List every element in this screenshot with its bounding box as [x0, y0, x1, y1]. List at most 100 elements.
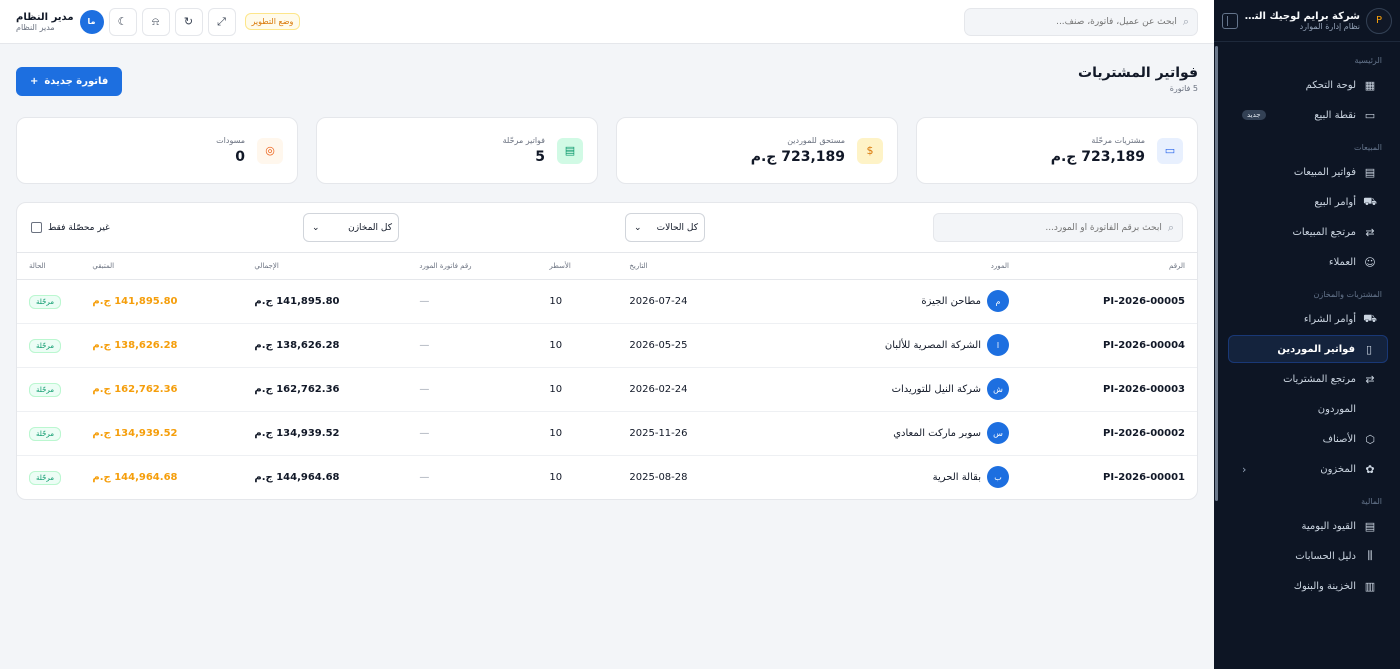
- header-supplier[interactable]: المورد: [853, 253, 1021, 280]
- chevron-left-icon[interactable]: ‹: [1242, 463, 1246, 476]
- table-row[interactable]: PI-2026-00001 ب بقالة الحرية 2025-08-28 1…: [17, 455, 1197, 499]
- global-search-input[interactable]: [973, 16, 1177, 27]
- sidebar-scrollbar[interactable]: [1215, 46, 1218, 501]
- stat-card-posted-purchases: ▭ مشتريات مرحّلة 723,189 ج.م: [916, 117, 1198, 184]
- invoice-number[interactable]: PI-2026-00004: [1021, 323, 1197, 368]
- invoice-number[interactable]: PI-2026-00001: [1021, 455, 1197, 499]
- supplier-avatar: ش: [987, 378, 1009, 400]
- header-supplier-ref[interactable]: رقم فاتورة المورد: [407, 253, 538, 280]
- header-number[interactable]: الرقم: [1021, 253, 1197, 280]
- sidebar-section-finance: المالية: [1361, 497, 1382, 506]
- table-row[interactable]: PI-2026-00002 س سوبر ماركت المعادي 2025-1…: [17, 411, 1197, 456]
- wallet-icon: ▭: [1364, 108, 1376, 122]
- sidebar-item-dashboard[interactable]: ▦ لوحة التحكم: [1228, 71, 1388, 99]
- status-badge: مرحّلة: [29, 294, 62, 309]
- cart-icon: ⛟: [1363, 194, 1377, 208]
- table-row[interactable]: PI-2026-00005 م مطاحن الجيزة 2026-07-24 1…: [17, 279, 1197, 324]
- draft-icon: ◎: [257, 137, 283, 164]
- sidebar-collapse-icon[interactable]: [1222, 12, 1238, 29]
- table-row[interactable]: PI-2026-00004 ا الشركة المصرية للألبان 20…: [17, 323, 1197, 368]
- invoice-count: 5 فاتورة: [1169, 84, 1198, 93]
- supplier-name: مطاحن الجيزة: [921, 295, 981, 307]
- invoice-date: 2026-05-25: [617, 323, 854, 368]
- invoice-lines: 10: [537, 411, 618, 456]
- sidebar-item-supplier-invoices[interactable]: ▯ فواتير الموردين: [1228, 335, 1388, 363]
- new-badge: جديد: [1242, 110, 1266, 120]
- status-badge: مرحّلة: [29, 470, 62, 485]
- invoice-date: 2025-08-28: [629, 471, 688, 483]
- stat-card-posted-invoices: ▤ فواتير مرحّلة 5: [316, 117, 598, 184]
- sidebar-item-chart-of-accounts[interactable]: ⫼ دليل الحسابات: [1228, 542, 1388, 570]
- header-due[interactable]: المتبقي: [80, 253, 243, 280]
- fullscreen-button[interactable]: ⤢: [207, 7, 236, 36]
- invoice-lines: 10: [537, 279, 618, 324]
- invoice-total: 138,626.28 ج.م: [242, 323, 408, 368]
- new-invoice-label: فاتورة جديدة: [44, 76, 109, 87]
- unpaid-only-checkbox[interactable]: غير محصّلة فقط: [31, 222, 110, 233]
- swap-icon: ⇄: [1365, 225, 1375, 239]
- supplier-avatar: ا: [987, 334, 1009, 356]
- supplier-icon: [1364, 403, 1376, 415]
- supplier-ref: —: [407, 323, 538, 368]
- invoice-search-input[interactable]: [942, 222, 1162, 233]
- bell-icon: ⍾: [151, 14, 160, 28]
- invoice-search[interactable]: ⌕: [933, 213, 1183, 242]
- sidebar-header: P شركة برايم لوجيك التجر... نظام إدارة ا…: [1214, 0, 1400, 42]
- invoice-number[interactable]: PI-2026-00002: [1021, 411, 1197, 456]
- sidebar-section-home: الرئيسية: [1354, 56, 1382, 65]
- sidebar-item-customers[interactable]: ☺ العملاء: [1228, 248, 1388, 276]
- company-subtitle: نظام إدارة الموارد: [1299, 21, 1360, 31]
- refresh-icon: ↻: [183, 15, 194, 28]
- sidebar-item-pos[interactable]: ▭ نقطة البيع جديد: [1228, 101, 1388, 129]
- status-badge: مرحّلة: [29, 382, 62, 397]
- invoice-total: 144,964.68 ج.م: [254, 471, 340, 483]
- company-name: شركة برايم لوجيك التجر...: [1244, 10, 1360, 22]
- header-total[interactable]: الإجمالي: [242, 253, 408, 280]
- checkbox-box[interactable]: [31, 222, 42, 233]
- warehouse-select[interactable]: كل المخازن ⌄: [303, 213, 399, 242]
- stats-cards: ▭ مشتريات مرحّلة 723,189 ج.م $ مستحق للم…: [16, 117, 1198, 184]
- wallet-icon: ▭: [1157, 137, 1183, 164]
- sidebar-item-purchase-returns[interactable]: ⇄ مرتجع المشتريات: [1228, 365, 1388, 393]
- users-icon: ☺: [1364, 255, 1376, 269]
- notifications-button[interactable]: ⍾: [141, 7, 170, 36]
- theme-toggle-button[interactable]: ☾: [108, 7, 137, 36]
- table-header-row: الرقم المورد التاريخ الأسطر رقم فاتورة ا…: [17, 253, 1197, 280]
- search-icon: ⌕: [1167, 220, 1174, 234]
- user-menu[interactable]: ما مدير النظام مدير النظام: [16, 9, 104, 34]
- sidebar-item-journal[interactable]: ▤ القيود اليومية: [1228, 512, 1388, 540]
- sidebar-item-inventory[interactable]: ✿ المخزون ‹: [1228, 455, 1388, 483]
- file-icon: ▤: [557, 137, 583, 164]
- refresh-button[interactable]: ↻: [174, 7, 203, 36]
- filters-bar: ⌕ كل الحالات ⌄ كل المخازن ⌄ غير محصّلة ف…: [17, 203, 1197, 253]
- sidebar-item-sales-orders[interactable]: ⛟ أوامر البيع: [1228, 188, 1388, 216]
- sidebar-item-purchase-orders[interactable]: ⛟ أوامر الشراء: [1228, 305, 1388, 333]
- sidebar-item-sales-returns[interactable]: ⇄ مرتجع المبيعات: [1228, 218, 1388, 246]
- sidebar-item-suppliers[interactable]: الموردون: [1228, 395, 1388, 423]
- bank-icon: ▥: [1364, 579, 1376, 593]
- new-invoice-button[interactable]: فاتورة جديدة +: [16, 67, 123, 96]
- header-date[interactable]: التاريخ: [617, 253, 854, 280]
- journal-icon: ▤: [1364, 519, 1376, 533]
- invoice-lines: 10: [537, 323, 618, 368]
- stat-card-due-to-suppliers: $ مستحق للموردين 723,189 ج.م: [616, 117, 898, 184]
- file-icon: ▯: [1365, 342, 1373, 356]
- header-lines[interactable]: الأسطر: [537, 253, 618, 280]
- status-select[interactable]: كل الحالات ⌄: [625, 213, 705, 242]
- invoice-number[interactable]: PI-2026-00003: [1021, 367, 1197, 412]
- global-search[interactable]: ⌕: [964, 7, 1198, 36]
- truck-icon: ⛟: [1363, 311, 1377, 325]
- header-status[interactable]: الحالة: [17, 253, 81, 280]
- table-row[interactable]: PI-2026-00003 ش شركة النيل للتوريدات 2026…: [17, 367, 1197, 412]
- invoice-total: 162,762.36 ج.م: [242, 367, 408, 412]
- sidebar-item-items[interactable]: ⬡ الأصناف: [1228, 425, 1388, 453]
- invoice-number[interactable]: PI-2026-00005: [1021, 279, 1197, 324]
- invoice-date: 2026-07-24: [617, 279, 854, 324]
- user-role: مدير النظام: [16, 22, 55, 32]
- status-badge: مرحّلة: [29, 338, 62, 353]
- sidebar-item-treasury[interactable]: ▥ الخزينة والبنوك: [1228, 572, 1388, 600]
- sidebar-item-sales-invoices[interactable]: ▤ فواتير المبيعات: [1228, 158, 1388, 186]
- swap-icon: ⇄: [1365, 372, 1375, 386]
- fullscreen-icon: ⤢: [217, 14, 226, 28]
- supplier-avatar: ب: [987, 466, 1009, 489]
